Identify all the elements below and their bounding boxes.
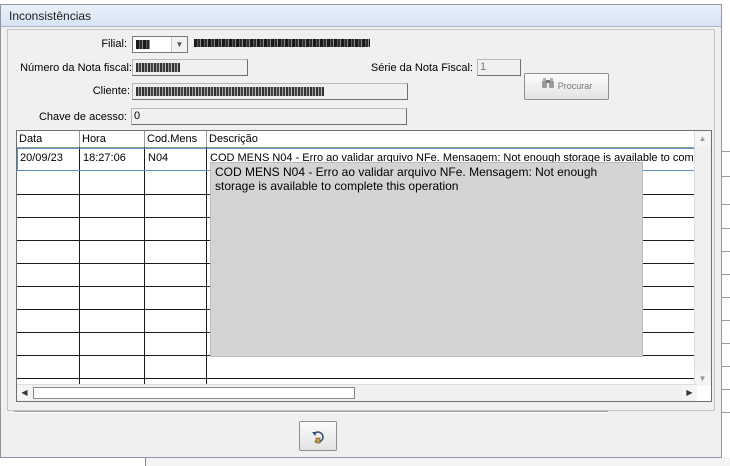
cell-cod-mens: N04 <box>148 152 169 164</box>
filial-value-redacted <box>136 40 150 49</box>
serie-nota-field[interactable]: 1 <box>477 59 521 76</box>
numero-nota-label: Número da Nota fiscal: <box>20 62 132 74</box>
title-bar[interactable]: Inconsistências <box>1 5 721 27</box>
cell-data: 20/09/23 <box>20 152 63 164</box>
grid-header: Data Hora Cod.Mens Descrição <box>17 131 697 148</box>
column-header-data[interactable]: Data <box>17 131 80 147</box>
filial-dropdown[interactable]: ▼ <box>132 36 188 53</box>
chave-acesso-field[interactable]: 0 <box>131 108 407 125</box>
horizontal-scrollbar[interactable]: ◀ ▶ <box>17 384 697 401</box>
background-window-edge <box>722 0 730 466</box>
procurar-label: Procurar <box>557 81 593 91</box>
cell-hora: 18:27:06 <box>83 152 126 164</box>
filial-name-redacted <box>194 39 370 47</box>
scroll-right-icon[interactable]: ▶ <box>682 385 697 400</box>
filial-label: Filial: <box>101 38 127 50</box>
window-title: Inconsistências <box>9 9 92 23</box>
table-row[interactable] <box>17 355 695 379</box>
numero-nota-field[interactable] <box>132 59 248 76</box>
scroll-down-icon[interactable]: ▼ <box>695 371 710 386</box>
cliente-label: Cliente: <box>92 85 130 97</box>
undo-icon <box>311 429 327 447</box>
vertical-scrollbar[interactable]: ▲ ▼ <box>694 131 711 386</box>
binoculars-icon <box>541 74 555 99</box>
column-header-cod-mens[interactable]: Cod.Mens <box>145 131 207 147</box>
serie-nota-label: Série da Nota Fiscal: <box>370 62 473 74</box>
chevron-down-icon[interactable]: ▼ <box>171 37 187 52</box>
background-window-bottom <box>145 458 730 466</box>
column-header-descricao[interactable]: Descrição <box>207 131 695 147</box>
scroll-left-icon[interactable]: ◀ <box>17 385 32 400</box>
description-tooltip: COD MENS N04 - Erro ao validar arquivo N… <box>210 162 643 357</box>
numero-nota-value-redacted <box>136 63 180 72</box>
footer-separator <box>14 411 608 413</box>
column-header-hora[interactable]: Hora <box>80 131 145 147</box>
procurar-button[interactable]: Procurar <box>524 73 609 100</box>
cliente-value-redacted <box>136 87 324 96</box>
cliente-field[interactable] <box>132 83 408 100</box>
back-button[interactable] <box>299 421 337 451</box>
chave-acesso-label: Chave de acesso: <box>38 111 127 123</box>
scroll-up-icon[interactable]: ▲ <box>695 131 710 146</box>
scroll-thumb[interactable] <box>33 387 355 399</box>
